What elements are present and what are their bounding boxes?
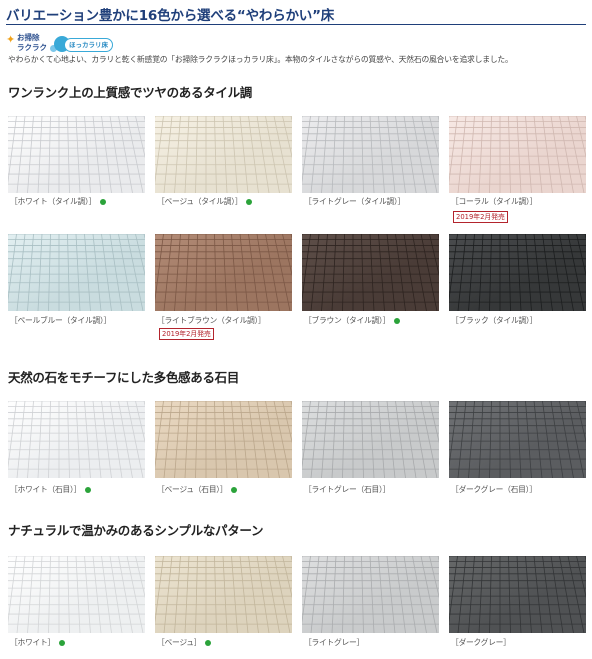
floor-swatch xyxy=(155,234,292,311)
release-date-badge: 2019年2月発売 xyxy=(159,328,214,340)
floor-swatch xyxy=(155,401,292,478)
floor-swatch xyxy=(302,234,439,311)
swatch-label: ［ダークグレー］ xyxy=(451,637,511,648)
swatch-label-text: ［ホワイト（タイル調）］ xyxy=(10,197,97,206)
recommended-dot-icon xyxy=(205,640,212,646)
page-title: バリエーション豊かに16色から選べる“やわらかい”床 xyxy=(6,8,335,24)
swatch-label-text: ［ベージュ（タイル調）］ xyxy=(157,197,243,206)
swatch-label: ［ブラック（タイル調）］ xyxy=(451,315,537,326)
swatch-label-text: ［ライトグレー（石目）］ xyxy=(304,485,391,494)
swatch-label: ［ライトグレー］ xyxy=(304,637,364,648)
recommended-dot-icon xyxy=(394,318,401,324)
swatch-label-text: ［ダークグレー（石目）］ xyxy=(451,485,537,494)
swatch-label: ［ベージュ（石目）］ xyxy=(157,484,238,495)
floor-swatch xyxy=(8,116,145,193)
floor-swatch xyxy=(449,116,586,193)
swatch-label-text: ［ホワイト］ xyxy=(10,638,55,647)
swatch-label: ［ベージュ］ xyxy=(157,637,212,648)
sparkle-icon: ✦ xyxy=(6,33,16,46)
logo-line2: ラクラク xyxy=(17,43,47,52)
floor-swatch xyxy=(449,234,586,311)
recommended-dot-icon xyxy=(231,487,238,493)
release-date-badge: 2019年2月発売 xyxy=(453,211,508,223)
swatch-label-text: ［ベージュ］ xyxy=(157,638,202,647)
recommended-dot-icon xyxy=(85,487,92,493)
floor-swatch xyxy=(8,234,145,311)
title-divider xyxy=(6,24,586,25)
intro-text: やわらかくて心地よい、カラリと乾く新感覚の「お掃除ラクラクほっカラリ床」。本物の… xyxy=(8,55,513,64)
swatch-label: ［ライトブラウン（タイル調）］ xyxy=(157,315,266,326)
floor-swatch xyxy=(302,401,439,478)
swatch-label: ［ライトグレー（石目）］ xyxy=(304,484,390,495)
swatch-label: ［ブラウン（タイル調）］ xyxy=(304,315,401,326)
logo-badge: ほっカラリ床 xyxy=(64,38,113,52)
swatch-label-text: ［ブラウン（タイル調）］ xyxy=(304,316,391,325)
swatch-label: ［ライトグレー（タイル調）］ xyxy=(304,196,405,207)
floor-swatch xyxy=(449,556,586,633)
swatch-label: ［ダークグレー（石目）］ xyxy=(451,484,537,495)
swatch-label-text: ［ライトグレー（タイル調）］ xyxy=(304,197,406,206)
section-heading: ワンランク上の上質感でツヤのあるタイル調 xyxy=(8,85,253,100)
swatch-label: ［コーラル（タイル調）］ xyxy=(451,196,537,207)
swatch-label-text: ［ダークグレー］ xyxy=(451,638,511,647)
floor-swatch xyxy=(155,556,292,633)
floor-swatch xyxy=(8,556,145,633)
swatch-label: ［ベージュ（タイル調）］ xyxy=(157,196,253,207)
floor-swatch xyxy=(302,556,439,633)
floor-swatch xyxy=(155,116,292,193)
hokkarari-logo: ✦ お掃除 ラクラク ほっカラリ床 xyxy=(6,33,113,55)
recommended-dot-icon xyxy=(100,199,107,205)
section-heading: 天然の石をモチーフにした多色感ある石目 xyxy=(8,370,240,385)
swatch-label-text: ［ホワイト（石目）］ xyxy=(10,485,82,494)
swatch-label-text: ［ペールブルー（タイル調）］ xyxy=(10,316,112,325)
swatch-label-text: ［ブラック（タイル調）］ xyxy=(451,316,538,325)
swatch-label-text: ［ベージュ（石目）］ xyxy=(157,485,228,494)
floor-swatch xyxy=(8,401,145,478)
logo-line1: お掃除 xyxy=(17,33,40,42)
swatch-label: ［ホワイト（石目）］ xyxy=(10,484,92,495)
swatch-label-text: ［ライトブラウン（タイル調）］ xyxy=(157,316,266,325)
swatch-label: ［ホワイト（タイル調）］ xyxy=(10,196,107,207)
swatch-label-text: ［ライトグレー］ xyxy=(304,638,364,647)
recommended-dot-icon xyxy=(58,640,65,646)
floor-swatch xyxy=(302,116,439,193)
swatch-label-text: ［コーラル（タイル調）］ xyxy=(451,197,538,206)
swatch-label: ［ペールブルー（タイル調）］ xyxy=(10,315,111,326)
section-heading: ナチュラルで温かみのあるシンプルなパターン xyxy=(8,523,264,538)
recommended-dot-icon xyxy=(246,199,253,205)
swatch-label: ［ホワイト］ xyxy=(10,637,65,648)
floor-swatch xyxy=(449,401,586,478)
